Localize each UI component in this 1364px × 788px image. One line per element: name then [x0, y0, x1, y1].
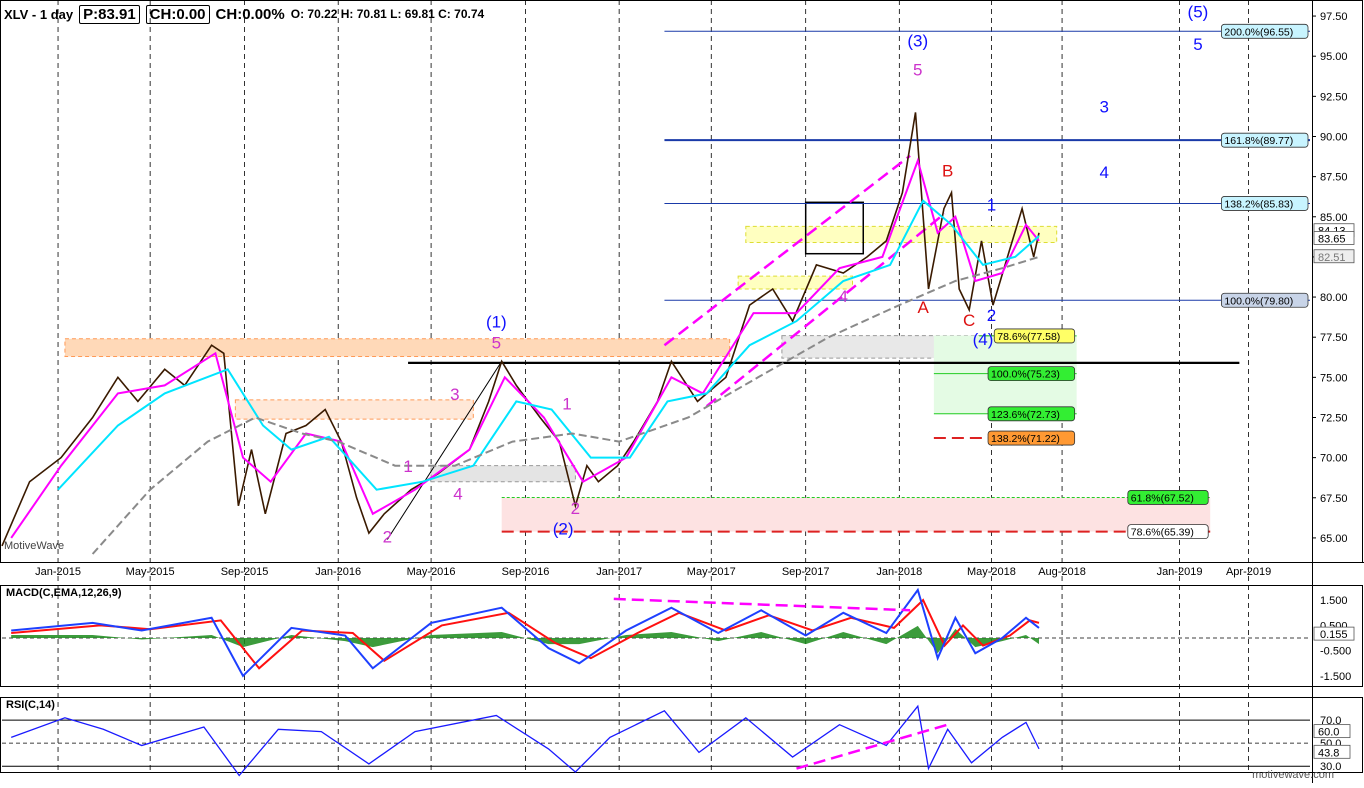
ohlc-readout: O: 70.22 H: 70.81 L: 69.81 C: 70.74: [290, 7, 485, 21]
wave-label: (3): [907, 32, 928, 51]
time-tick-label: Jan-2017: [596, 566, 642, 578]
price-tick-label: 65.00: [1320, 533, 1348, 545]
time-tick-label: Sep-2015: [221, 566, 269, 578]
price-tick-label: 87.50: [1320, 172, 1348, 184]
time-tick-label: Apr-2019: [1226, 566, 1271, 578]
fib-level-label: 200.0%(96.55): [1224, 26, 1293, 38]
rsi-line: [10, 704, 1040, 777]
current-price-label: 82.51: [1318, 252, 1346, 264]
wave-label: (5): [1188, 3, 1209, 22]
wave-label: 4: [839, 287, 848, 306]
wave-label: 1: [403, 457, 412, 476]
wave-label: 5: [913, 60, 922, 79]
rsi-current-label: 60.0: [1318, 727, 1339, 739]
price-panel-frame: [0, 0, 1363, 563]
time-tick-label: Sep-2017: [782, 566, 830, 578]
fib-level-label: 161.8%(89.77): [1224, 135, 1293, 147]
macd-tick-label: -0.500: [1320, 646, 1351, 658]
price-tick-label: 75.00: [1320, 372, 1348, 384]
price-tick-label: 67.50: [1320, 493, 1348, 505]
wave-label: (4): [973, 330, 994, 349]
resistance-zone: [64, 338, 731, 357]
wave-label: 1: [987, 195, 996, 214]
fib-level-label: 100.0%(75.23): [991, 369, 1060, 381]
wave-label: 2: [383, 528, 392, 547]
wave-label: C: [963, 311, 975, 330]
time-tick-label: Sep-2016: [502, 566, 550, 578]
wave-label: 5: [1193, 35, 1202, 54]
time-tick-label: Jan-2019: [1157, 566, 1203, 578]
price-tick-label: 80.00: [1320, 292, 1348, 304]
wave-label: (1): [486, 313, 507, 332]
macd-line: [11, 587, 1040, 678]
rsi-panel-frame: [0, 697, 1363, 773]
resistance-zone-2: [234, 399, 474, 420]
fib-level-label: 78.6%(65.39): [1131, 527, 1194, 539]
wave-label: 4: [453, 484, 462, 503]
wave-label: 2: [987, 306, 996, 325]
macd-tick-label: -1.500: [1320, 671, 1351, 683]
wave-label: 2: [571, 499, 580, 518]
wave-label: 3: [450, 385, 459, 404]
macd-tick-label: 1.500: [1320, 595, 1348, 607]
price-tick-label: 97.50: [1320, 11, 1348, 23]
fib-level-label: 78.6%(77.58): [997, 331, 1060, 343]
macd-histogram: [11, 625, 1040, 654]
price-readout: P:83.91: [79, 4, 140, 24]
time-tick-label: Jan-2015: [35, 566, 81, 578]
chart-header: XLV - 1 day P:83.91 CH:0.00 CH:0.00% O: …: [4, 3, 484, 25]
yellow-zone: [745, 225, 1058, 243]
macd-divergence-line: [613, 597, 911, 612]
grey-zone: [430, 465, 576, 483]
time-tick-label: May-2016: [407, 566, 456, 578]
fib-level-label: 138.2%(71.22): [991, 433, 1060, 445]
fib-level-label: 138.2%(85.83): [1224, 198, 1293, 210]
fib-level-label: 61.8%(67.52): [1131, 492, 1194, 504]
time-tick-label: Jan-2016: [315, 566, 361, 578]
wave-label: (2): [553, 520, 574, 539]
time-tick-label: May-2018: [967, 566, 1016, 578]
wave-label: 4: [1100, 163, 1109, 182]
logo: MotiveWave: [4, 540, 65, 552]
price-tick-label: 77.50: [1320, 332, 1348, 344]
price-tick-label: 70.00: [1320, 453, 1348, 465]
price-tick-label: 72.50: [1320, 412, 1348, 424]
fib-level-label: 123.6%(72.73): [991, 409, 1060, 421]
fib-level-label: 100.0%(79.80): [1224, 295, 1293, 307]
change-readout: CH:0.00: [145, 4, 210, 24]
price-tick-label: 85.00: [1320, 212, 1348, 224]
symbol-title: XLV - 1 day: [4, 6, 74, 22]
wave-label: A: [917, 298, 929, 317]
wave-label: 3: [1100, 97, 1109, 116]
wave-label: 5: [492, 333, 501, 352]
time-tick-label: May-2017: [687, 566, 736, 578]
change-pct-readout: CH:0.00%: [215, 5, 285, 23]
price-tick-label: 95.00: [1320, 51, 1348, 63]
rsi-current-label: 43.8: [1318, 747, 1339, 759]
wave-label: 1: [562, 394, 571, 413]
chart-svg[interactable]: 200.0%(96.55) 161.8%(89.77) 138.2%(85.83) 1…: [0, 0, 1364, 783]
price-tick-label: 92.50: [1320, 91, 1348, 103]
time-tick-label: Jan-2018: [876, 566, 922, 578]
macd-title: MACD(C,EMA,12,26,9): [6, 587, 122, 599]
price-tick-label: 90.00: [1320, 131, 1348, 143]
rsi-title: RSI(C,14): [6, 699, 55, 711]
time-tick-label: May-2015: [126, 566, 175, 578]
red-fib-zone: [501, 497, 1211, 532]
macd-current-label: 0.155: [1320, 629, 1348, 641]
chart-area[interactable]: 200.0%(96.55) 161.8%(89.77) 138.2%(85.83) 1…: [0, 0, 1364, 783]
wave-label: B: [942, 162, 953, 181]
time-tick-label: Aug-2018: [1038, 566, 1086, 578]
current-price-label: 83.65: [1318, 233, 1346, 245]
watermark: motivewave.com: [1252, 769, 1334, 781]
